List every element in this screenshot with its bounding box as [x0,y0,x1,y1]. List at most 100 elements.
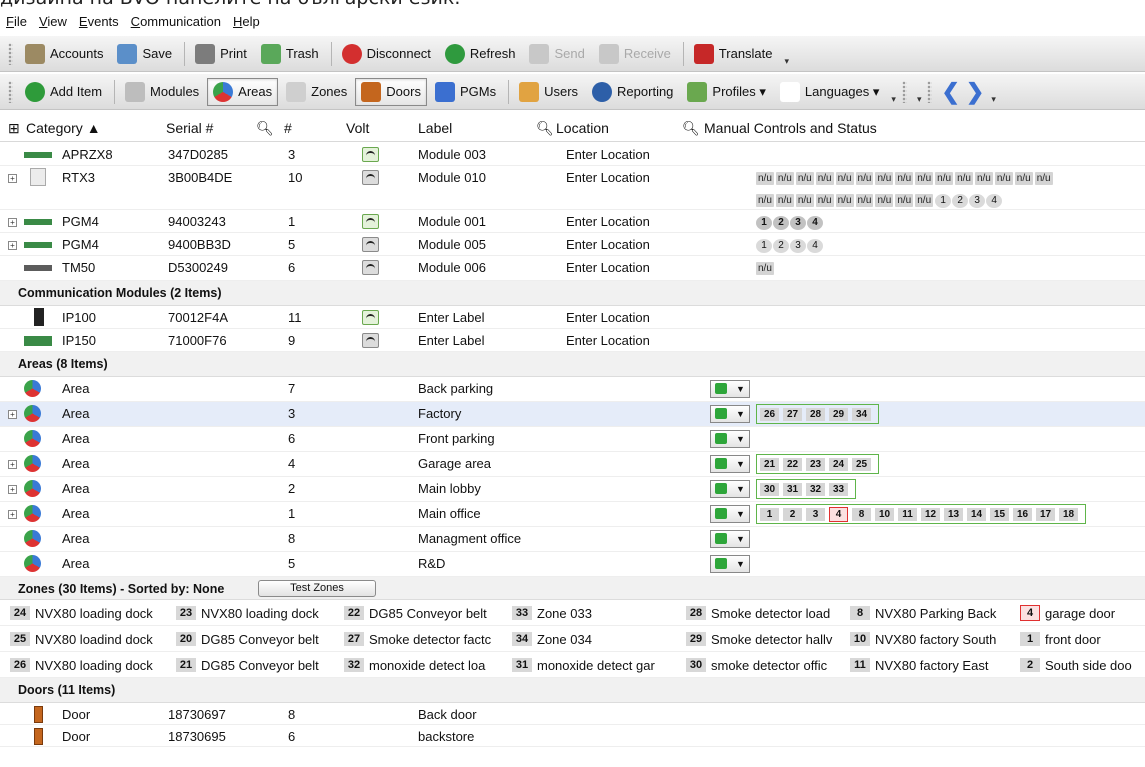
zone-tile[interactable]: 31 monoxide detect gar [512,654,682,676]
zone-row[interactable]: 24 NVX80 loading dock 23 NVX80 loading dock… [0,600,1145,626]
zone-row[interactable]: 26 NVX80 loading dock 21 DG85 Conveyor belt… [0,652,1145,678]
zone-badge[interactable]: 23 [806,457,825,471]
expand-icon[interactable]: + [8,174,17,183]
zone-tile[interactable]: 10 NVX80 factory South [850,628,1017,650]
translate-button[interactable]: Translate [688,40,779,68]
col-serial[interactable]: Serial # [166,120,213,136]
col-volt[interactable]: Volt [346,120,369,136]
arm-disarm-dropdown[interactable]: ▼ [710,530,750,548]
area-row[interactable]: Area 7 Back parking ▼ [0,377,1145,402]
zone-badge[interactable]: 31 [783,482,802,496]
pgm-output-badge[interactable]: 3 [790,239,806,253]
toolbar-grip[interactable] [8,80,13,103]
module-row[interactable]: TM50 D5300249 6 Module 006 Enter Location n/u [0,256,1145,281]
zone-tile[interactable]: 33 Zone 033 [512,602,682,624]
area-row[interactable]: + Area 3 Factory ▼ 26 27 28 29 34 [0,402,1145,427]
languages-button[interactable]: Languages ▾ [774,78,885,106]
col-manual-controls[interactable]: Manual Controls and Status [704,120,877,136]
zone-tile[interactable]: 21 DG85 Conveyor belt [176,654,341,676]
forward-arrow-icon[interactable]: ❯ [966,80,984,103]
zone-tile[interactable]: 27 Smoke detector factc [344,628,509,650]
zone-tile[interactable]: 32 monoxide detect loa [344,654,509,676]
col-category[interactable]: Category ▲ [26,120,101,136]
area-row[interactable]: + Area 2 Main lobby ▼ 30 31 32 33 [0,477,1145,502]
add-item-button[interactable]: Add Item [19,78,108,106]
menu-file[interactable]: File [6,14,27,29]
col-location[interactable]: Location [556,120,609,136]
arm-disarm-dropdown[interactable]: ▼ [710,480,750,498]
zone-badge[interactable]: 10 [875,507,894,521]
zone-tile[interactable]: 1 front door [1020,628,1145,650]
accounts-button[interactable]: Accounts [19,40,109,68]
zone-badge[interactable]: 12 [921,507,940,521]
modules-button[interactable]: Modules [119,78,205,106]
zone-tile[interactable]: 23 NVX80 loading dock [176,602,341,624]
pgm-output-badge[interactable]: 1 [756,239,772,253]
zone-tile[interactable]: 24 NVX80 loading dock [10,602,173,624]
module-row[interactable]: + RTX3 3B00B4DE 10 Module 010 Enter Location n… [0,166,1145,210]
refresh-button[interactable]: Refresh [439,40,522,68]
zone-badge[interactable]: 14 [967,507,986,521]
zone-badge[interactable]: 30 [760,482,779,496]
arm-disarm-dropdown[interactable]: ▼ [710,555,750,573]
zone-badge[interactable]: 28 [806,407,825,421]
send-button[interactable]: Send [523,40,590,68]
zone-tile[interactable]: 22 DG85 Conveyor belt [344,602,509,624]
save-button[interactable]: Save [111,40,178,68]
zone-badge[interactable]: 24 [829,457,848,471]
disconnect-button[interactable]: Disconnect [336,40,437,68]
zones-button[interactable]: Zones [280,78,353,106]
zone-tile[interactable]: 2 South side doo [1020,654,1145,676]
area-row[interactable]: + Area 4 Garage area ▼ 21 22 23 24 25 [0,452,1145,477]
zone-tile[interactable]: 29 Smoke detector hallv [686,628,846,650]
zone-row[interactable]: 25 NVX80 loadind dock 20 DG85 Conveyor belt… [0,626,1145,652]
col-number[interactable]: # [284,120,292,136]
zone-badge[interactable]: 21 [760,457,779,471]
module-row[interactable]: + PGM4 9400BB3D 5 Module 005 Enter Location 1 2… [0,233,1145,256]
zone-badge[interactable]: 17 [1036,507,1055,521]
profiles-button[interactable]: Profiles ▾ [681,78,772,106]
toolbar-grip[interactable] [8,42,13,65]
zone-badge[interactable]: 13 [944,507,963,521]
zone-badge[interactable]: 32 [806,482,825,496]
zone-badge[interactable]: 22 [783,457,802,471]
zone-badge[interactable]: 15 [990,507,1009,521]
door-row[interactable]: Door 18730695 6 backstore [0,725,1145,747]
zone-badge[interactable]: 25 [852,457,871,471]
group-header[interactable]: Areas (8 Items) [0,352,1145,377]
print-button[interactable]: Print [189,40,253,68]
pgm-output-badge[interactable]: 4 [807,216,823,230]
zone-tile[interactable]: 30 smoke detector offic [686,654,846,676]
module-row[interactable]: IP100 70012F4A 11 Enter Label Enter Location [0,306,1145,329]
area-row[interactable]: + Area 1 Main office ▼ 1 2 3 4 8 10 11 12 13 14 15 16 17 1… [0,502,1145,527]
zone-badge[interactable]: 3 [806,507,825,521]
group-header[interactable]: Communication Modules (2 Items) [0,281,1145,306]
users-button[interactable]: Users [513,78,584,106]
pgm-output-badge[interactable]: 3 [790,216,806,230]
zone-tile[interactable]: 8 NVX80 Parking Back [850,602,1017,624]
arm-disarm-dropdown[interactable]: ▼ [710,380,750,398]
expand-icon[interactable]: + [8,485,17,494]
zone-tile[interactable]: 25 NVX80 loadind dock [10,628,173,650]
zone-badge[interactable]: 8 [852,507,871,521]
group-header[interactable]: Doors (11 Items) [0,678,1145,703]
pgms-button[interactable]: PGMs [429,78,502,106]
pgm-output-badge[interactable]: 1 [935,194,952,208]
expand-icon[interactable]: + [8,510,17,519]
doors-button[interactable]: Doors [355,77,427,106]
arm-disarm-dropdown[interactable]: ▼ [710,455,750,473]
trash-button[interactable]: Trash [255,40,325,68]
arm-disarm-dropdown[interactable]: ▼ [710,505,750,523]
module-row[interactable]: IP150 71000F76 9 Enter Label Enter Location [0,329,1145,352]
expand-icon[interactable]: + [8,241,17,250]
receive-button[interactable]: Receive [593,40,677,68]
pgm-output-badge[interactable]: 2 [773,239,789,253]
group-header[interactable]: Zones (30 Items) - Sorted by: None Test Z… [0,577,1145,600]
more-icon[interactable]: ▾ [891,94,896,105]
zone-tile[interactable]: 34 Zone 034 [512,628,682,650]
search-icon[interactable]: 🔍︎ [536,120,554,137]
zone-badge[interactable]: 29 [829,407,848,421]
zone-tile[interactable]: 28 Smoke detector load [686,602,846,624]
zone-badge[interactable]: 16 [1013,507,1032,521]
pgm-output-badge[interactable]: 1 [756,216,772,230]
